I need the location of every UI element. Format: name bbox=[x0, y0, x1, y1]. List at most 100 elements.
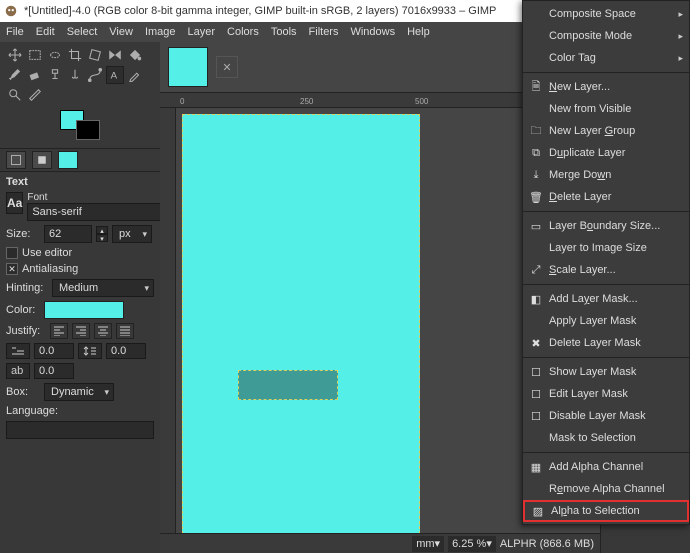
hinting-select[interactable]: Medium bbox=[52, 279, 154, 297]
canvas[interactable] bbox=[182, 114, 420, 533]
text-tool-icon[interactable]: A bbox=[106, 66, 124, 84]
path-tool-icon[interactable] bbox=[86, 66, 104, 84]
boundary-icon: ▭ bbox=[529, 219, 543, 233]
line-spacing-icon[interactable] bbox=[78, 343, 102, 359]
menu-image[interactable]: Image bbox=[145, 26, 176, 38]
mi-alpha-to-selection[interactable]: ▨Alpha to Selection bbox=[523, 500, 689, 522]
mi-edit-layer-mask: ☐Edit Layer Mask bbox=[523, 383, 689, 405]
crop-tool-icon[interactable] bbox=[66, 46, 84, 64]
options-title: Text bbox=[6, 176, 154, 188]
letter-spacing-value[interactable]: 0.0 bbox=[34, 363, 74, 379]
language-input[interactable] bbox=[6, 421, 154, 439]
mi-composite-space[interactable]: Composite Space▸ bbox=[523, 3, 689, 25]
mi-remove-alpha[interactable]: Remove Alpha Channel bbox=[523, 478, 689, 500]
move-tool-icon[interactable] bbox=[6, 46, 24, 64]
tab-device-status-icon[interactable] bbox=[32, 151, 52, 169]
size-unit-select[interactable]: px bbox=[112, 225, 152, 243]
antialiasing-label: Antialiasing bbox=[22, 263, 78, 275]
alpha-sel-icon: ▨ bbox=[531, 504, 545, 518]
flip-tool-icon[interactable] bbox=[106, 46, 124, 64]
indent-first-icon[interactable] bbox=[6, 343, 30, 359]
size-spinner-up-icon[interactable]: ▴ bbox=[96, 226, 108, 234]
justify-fill-icon[interactable] bbox=[116, 323, 134, 339]
merge-down-icon: ⤓ bbox=[529, 168, 543, 182]
mi-show-layer-mask: ☐Show Layer Mask bbox=[523, 361, 689, 383]
statusbar: mm ▾ 6.25 % ▾ ALPHR (868.6 MB) bbox=[160, 533, 600, 553]
size-label: Size: bbox=[6, 228, 40, 240]
add-mask-icon: ◧ bbox=[529, 292, 543, 306]
zoom-tool-icon[interactable] bbox=[6, 86, 24, 104]
delete-icon: 🗑 bbox=[529, 190, 543, 204]
text-color-chip[interactable] bbox=[44, 301, 124, 319]
tool-options-tabs bbox=[0, 148, 160, 172]
color-swatches[interactable] bbox=[0, 108, 160, 148]
toolbox: A bbox=[0, 42, 160, 108]
menu-view[interactable]: View bbox=[109, 26, 133, 38]
checkbox-icon: ☐ bbox=[529, 409, 543, 423]
menu-select[interactable]: Select bbox=[67, 26, 98, 38]
mi-new-layer[interactable]: 🗎New Layer... bbox=[523, 76, 689, 98]
menu-help[interactable]: Help bbox=[407, 26, 430, 38]
scale-icon: ⤢ bbox=[529, 263, 543, 277]
letter-spacing-icon[interactable]: ab bbox=[6, 363, 30, 379]
mi-new-layer-group[interactable]: 🗀New Layer Group bbox=[523, 120, 689, 142]
mi-layer-boundary[interactable]: ▭Layer Boundary Size... bbox=[523, 215, 689, 237]
justify-label: Justify: bbox=[6, 325, 46, 337]
clone-tool-icon[interactable] bbox=[46, 66, 64, 84]
mi-composite-mode[interactable]: Composite Mode▸ bbox=[523, 25, 689, 47]
menu-tools[interactable]: Tools bbox=[271, 26, 297, 38]
font-input[interactable] bbox=[27, 203, 160, 221]
new-layer-icon: 🗎 bbox=[529, 80, 543, 94]
mi-delete-layer[interactable]: 🗑Delete Layer bbox=[523, 186, 689, 208]
use-editor-checkbox[interactable] bbox=[6, 247, 18, 259]
text-selection-rect[interactable] bbox=[238, 370, 338, 400]
image-thumbnail[interactable] bbox=[168, 47, 208, 87]
menu-layer[interactable]: Layer bbox=[188, 26, 216, 38]
menu-colors[interactable]: Colors bbox=[227, 26, 259, 38]
mi-duplicate-layer[interactable]: ⧉Duplicate Layer bbox=[523, 142, 689, 164]
menu-windows[interactable]: Windows bbox=[350, 26, 395, 38]
layer-group-icon: 🗀 bbox=[529, 124, 543, 138]
status-unit-select[interactable]: mm ▾ bbox=[412, 536, 444, 552]
ruler-tick: 0 bbox=[180, 97, 184, 106]
checkbox-icon: ☐ bbox=[529, 365, 543, 379]
mi-apply-layer-mask: Apply Layer Mask bbox=[523, 310, 689, 332]
box-select[interactable]: Dynamic bbox=[44, 383, 114, 401]
line-spacing-value[interactable]: 0.0 bbox=[106, 343, 146, 359]
smudge-tool-icon[interactable] bbox=[66, 66, 84, 84]
mi-new-from-visible[interactable]: New from Visible bbox=[523, 98, 689, 120]
eraser-tool-icon[interactable] bbox=[26, 66, 44, 84]
mi-merge-down[interactable]: ⤓Merge Down bbox=[523, 164, 689, 186]
status-zoom-select[interactable]: 6.25 % ▾ bbox=[448, 536, 496, 552]
justify-left-icon[interactable] bbox=[50, 323, 68, 339]
measure-tool-icon[interactable] bbox=[26, 86, 44, 104]
tab-active-color-icon[interactable] bbox=[58, 151, 78, 169]
indent-first-value[interactable]: 0.0 bbox=[34, 343, 74, 359]
mi-color-tag[interactable]: Color Tag▸ bbox=[523, 47, 689, 69]
duplicate-icon: ⧉ bbox=[529, 146, 543, 160]
font-icon[interactable]: Aa bbox=[6, 192, 23, 214]
antialiasing-checkbox[interactable]: ✕ bbox=[6, 263, 18, 275]
color-picker-tool-icon[interactable] bbox=[126, 66, 144, 84]
close-image-icon[interactable]: ✕ bbox=[216, 56, 238, 78]
background-color[interactable] bbox=[76, 120, 100, 140]
svg-text:A: A bbox=[111, 71, 118, 82]
justify-center-icon[interactable] bbox=[94, 323, 112, 339]
menu-file[interactable]: File bbox=[6, 26, 24, 38]
paintbrush-tool-icon[interactable] bbox=[6, 66, 24, 84]
mi-layer-to-image[interactable]: Layer to Image Size bbox=[523, 237, 689, 259]
mi-delete-layer-mask: ✖Delete Layer Mask bbox=[523, 332, 689, 354]
menu-edit[interactable]: Edit bbox=[36, 26, 55, 38]
free-select-tool-icon[interactable] bbox=[46, 46, 64, 64]
ruler-vertical[interactable] bbox=[160, 108, 176, 533]
rect-select-tool-icon[interactable] bbox=[26, 46, 44, 64]
justify-right-icon[interactable] bbox=[72, 323, 90, 339]
tab-tool-options-icon[interactable] bbox=[6, 151, 26, 169]
mi-scale-layer[interactable]: ⤢Scale Layer... bbox=[523, 259, 689, 281]
menu-filters[interactable]: Filters bbox=[309, 26, 339, 38]
bucket-tool-icon[interactable] bbox=[126, 46, 144, 64]
size-input[interactable] bbox=[44, 225, 92, 243]
mi-add-layer-mask[interactable]: ◧Add Layer Mask... bbox=[523, 288, 689, 310]
size-spinner-down-icon[interactable]: ▾ bbox=[96, 234, 108, 242]
rotate-tool-icon[interactable] bbox=[86, 46, 104, 64]
